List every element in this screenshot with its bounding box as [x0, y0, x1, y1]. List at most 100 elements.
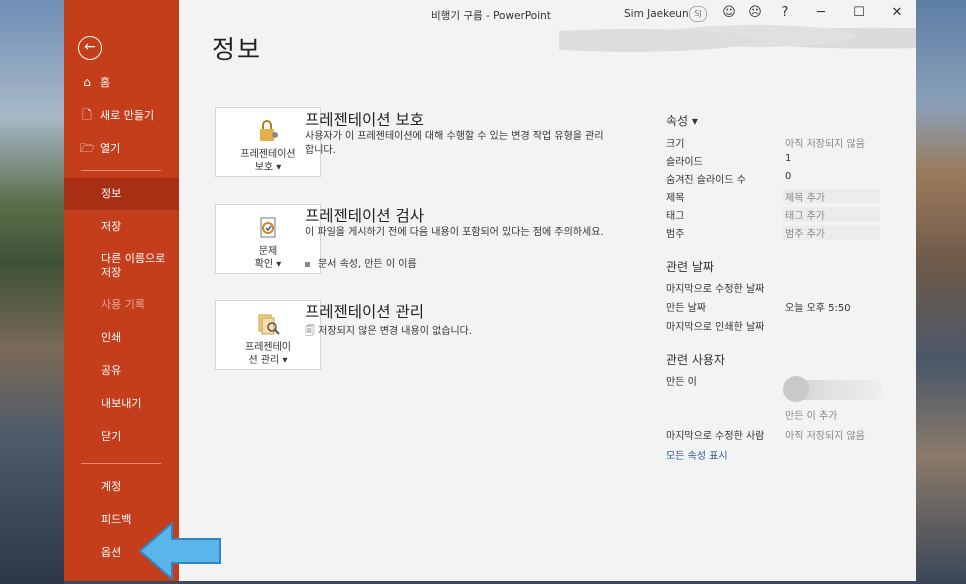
property-value: 아직 저장되지 않음: [785, 431, 865, 442]
document-title: 비행기 구름 - PowerPoint: [431, 10, 551, 22]
home-icon: ⌂: [83, 75, 91, 89]
sidebar-divider: [81, 463, 161, 464]
sidebar-item-label: 새로 만들기: [100, 109, 155, 122]
property-key: 마지막으로 수정한 날짜: [666, 284, 765, 295]
property-row: 마지막으로 수정한 사람 아직 저장되지 않음: [666, 427, 906, 443]
minimize-button[interactable]: ─: [811, 4, 831, 22]
bullet-icon: [305, 261, 310, 267]
property-row: 제목 제목 추가: [666, 189, 906, 205]
property-value: 0: [785, 171, 792, 182]
property-row: 태그 태그 추가: [666, 207, 906, 223]
user-name[interactable]: Sim Jaekeun: [624, 8, 689, 20]
property-key: 만든 이: [666, 377, 697, 388]
categories-field[interactable]: 범주 추가: [783, 225, 880, 240]
inspect-document-icon: [260, 217, 276, 238]
property-key: 만든 날짜: [666, 303, 706, 314]
sidebar-divider: [81, 170, 161, 171]
desktop-background-left: [0, 0, 64, 584]
property-key: 태그: [666, 211, 685, 222]
show-all-properties-link[interactable]: 모든 속성 표시: [666, 447, 728, 462]
sidebar-item-home[interactable]: ⌂ 홈: [64, 66, 179, 98]
property-key: 마지막으로 인쇄한 날짜: [666, 322, 765, 333]
document-icon: 🗐: [305, 326, 319, 337]
property-key: 마지막으로 수정한 사람: [666, 431, 765, 442]
sidebar-item-label: 계정: [101, 480, 122, 493]
property-value: 1: [785, 153, 792, 164]
property-row: 범주 범주 추가: [666, 225, 906, 241]
sidebar-item-account[interactable]: 계정: [64, 471, 179, 503]
sidebar-item-save[interactable]: 저장: [64, 211, 179, 243]
properties-header[interactable]: 속성 ▾: [666, 112, 698, 129]
related-people-header: 관련 사용자: [666, 353, 726, 367]
sidebar-item-label: 열기: [100, 142, 121, 155]
sidebar-item-share[interactable]: 공유: [64, 355, 179, 387]
property-key: 숨겨진 슬라이드 수: [666, 175, 746, 186]
inspect-item-label: 문서 속성, 만든 이 이름: [318, 259, 417, 270]
sidebar-item-label: 홈: [100, 76, 111, 89]
frown-icon[interactable]: ☹: [745, 4, 765, 22]
sidebar-item-label: 사용 기록: [101, 298, 145, 311]
section-description-text: 저장되지 않은 변경 내용이 없습니다.: [318, 326, 473, 337]
title-field[interactable]: 제목 추가: [783, 189, 880, 204]
section-description: 사용자가 이 프레젠테이션에 대해 수행할 수 있는 변경 작업 유형을 관리합…: [305, 131, 604, 156]
manage-document-icon: [258, 314, 280, 335]
sidebar-item-save-as[interactable]: 다른 이름으로 저장: [64, 246, 179, 286]
sidebar-item-label: 닫기: [101, 430, 122, 443]
property-key: 범주: [666, 229, 685, 240]
new-file-icon: 🗋: [82, 108, 92, 122]
section-description: 이 파일을 게시하기 전에 다음 내용이 포함되어 있다는 점에 주의하세요.: [305, 227, 604, 238]
avatar: [783, 376, 809, 402]
property-row: 마지막으로 수정한 날짜: [666, 280, 906, 296]
maximize-button[interactable]: ☐: [849, 4, 869, 22]
open-folder-icon: 🗁: [80, 141, 95, 155]
property-row: 만든 날짜 오늘 오후 5:50: [666, 299, 906, 315]
property-row: 크기 아직 저장되지 않음: [666, 135, 906, 151]
property-row: 마지막으로 인쇄한 날짜: [666, 318, 906, 334]
sidebar-item-info[interactable]: 정보: [64, 178, 179, 210]
sidebar-item-label: 내보내기: [101, 397, 142, 410]
section-title: 프레젠테이션 관리: [305, 303, 425, 321]
add-author-link[interactable]: 만든 이 추가: [783, 407, 880, 422]
card-label: 프레젠테이: [245, 342, 291, 353]
title-bar: 비행기 구름 - PowerPoint Sim Jaekeun SJ ☺ ☹ ?…: [179, 0, 916, 28]
inspect-item: 문서 속성, 만든 이 이름: [305, 255, 417, 270]
sidebar-item-new[interactable]: 🗋 새로 만들기: [64, 99, 179, 131]
sidebar-item-export[interactable]: 내보내기: [64, 388, 179, 420]
back-arrow-icon[interactable]: ←: [78, 36, 102, 60]
page-title: 정보: [212, 35, 263, 64]
backstage-sidebar: ← ⌂ 홈 🗋 새로 만들기 🗁 열기 정보 저장 다른 이름으로 저장 사용 기록 …: [64, 0, 179, 581]
sidebar-item-label: 인쇄: [101, 331, 122, 344]
sidebar-item-label: 피드백: [101, 513, 132, 526]
desktop-background-right: [916, 0, 966, 584]
sidebar-item-label: 정보: [101, 187, 122, 200]
powerpoint-backstage-window: ← ⌂ 홈 🗋 새로 만들기 🗁 열기 정보 저장 다른 이름으로 저장 사용 기록 …: [64, 0, 916, 581]
card-label: 보호 ▾: [254, 162, 282, 173]
help-button[interactable]: ?: [775, 4, 795, 22]
property-key: 크기: [666, 139, 685, 150]
property-key: 제목: [666, 193, 685, 204]
section-description: 🗐 저장되지 않은 변경 내용이 없습니다.: [305, 325, 605, 339]
section-title: 프레젠테이션 검사: [305, 207, 425, 225]
tags-field[interactable]: 태그 추가: [783, 207, 880, 222]
sidebar-item-close[interactable]: 닫기: [64, 421, 179, 453]
property-value: 오늘 오후 5:50: [785, 303, 851, 314]
backstage-main: 비행기 구름 - PowerPoint Sim Jaekeun SJ ☺ ☹ ?…: [179, 0, 916, 581]
lock-icon: [260, 120, 278, 141]
smile-icon[interactable]: ☺: [719, 4, 739, 22]
close-window-button[interactable]: ✕: [887, 4, 907, 22]
property-key: 슬라이드: [666, 157, 703, 168]
pointer-arrow-icon: [138, 520, 221, 579]
section-title: 프레젠테이션 보호: [305, 111, 425, 129]
sidebar-item-print[interactable]: 인쇄: [64, 322, 179, 354]
sidebar-item-open[interactable]: 🗁 열기: [64, 132, 179, 164]
card-label: 션 관리 ▾: [248, 355, 288, 366]
property-row: 슬라이드 1: [666, 153, 906, 169]
sidebar-item-label: 다른 이름으로 저장: [101, 252, 166, 279]
property-row: 만든 이 추가: [666, 407, 906, 423]
property-value: 아직 저장되지 않음: [785, 139, 865, 150]
sidebar-item-history: 사용 기록: [64, 289, 179, 321]
sidebar-item-label: 옵션: [101, 546, 122, 559]
related-dates-header: 관련 날짜: [666, 260, 714, 274]
user-avatar[interactable]: SJ: [689, 6, 707, 22]
sidebar-item-label: 저장: [101, 220, 122, 233]
